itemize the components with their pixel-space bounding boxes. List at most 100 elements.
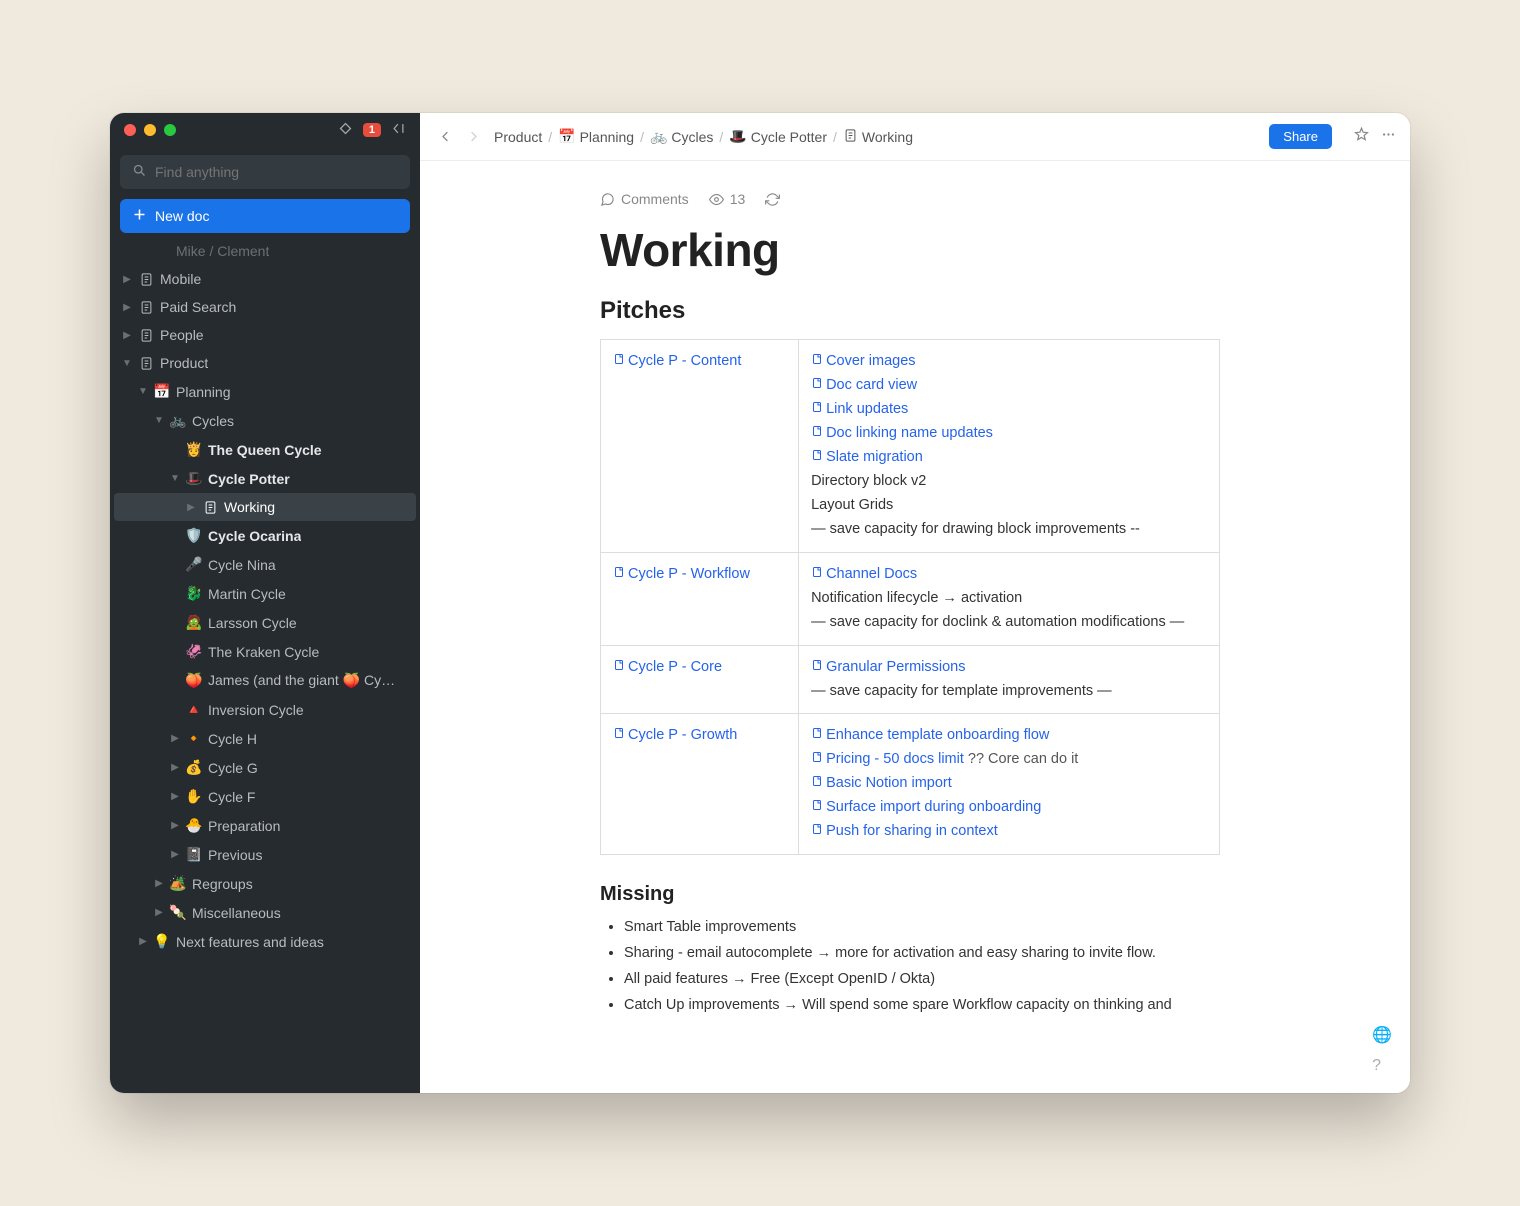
- chevron-icon[interactable]: ▼: [138, 386, 148, 397]
- help-icon[interactable]: ?: [1372, 1057, 1392, 1075]
- doc-link[interactable]: Slate migration: [811, 446, 923, 470]
- search-input[interactable]: [155, 164, 398, 180]
- share-button[interactable]: Share: [1269, 124, 1332, 149]
- sidebar-item-label: Cycle Nina: [208, 557, 276, 573]
- item-icon: 🧟: [186, 614, 202, 631]
- item-icon: 🍡: [170, 904, 186, 921]
- doc-link[interactable]: Push for sharing in context: [811, 820, 998, 844]
- doc-link[interactable]: Granular Permissions: [811, 656, 965, 680]
- new-doc-button[interactable]: New doc: [120, 199, 410, 233]
- breadcrumb-item[interactable]: Product: [494, 129, 542, 145]
- breadcrumb-item[interactable]: 📅Planning: [558, 128, 634, 145]
- chevron-icon[interactable]: ▶: [170, 733, 180, 744]
- views-count[interactable]: 13: [709, 191, 746, 207]
- refresh-icon[interactable]: [765, 192, 780, 207]
- close-window[interactable]: [124, 124, 136, 136]
- doc-icon: [811, 798, 823, 818]
- comments-button[interactable]: Comments: [600, 191, 689, 207]
- list-item: Smart Table improvements: [624, 916, 1220, 940]
- sidebar-item[interactable]: 🦑The Kraken Cycle: [114, 637, 416, 666]
- sidebar-item[interactable]: ▶🍡Miscellaneous: [114, 898, 416, 927]
- sidebar-item-label: Planning: [176, 384, 231, 400]
- sidebar-item[interactable]: ▶ Mobile: [114, 265, 416, 293]
- doc-link[interactable]: Cover images: [811, 350, 915, 374]
- star-icon[interactable]: [1354, 127, 1369, 147]
- breadcrumb-item[interactable]: 🎩Cycle Potter: [729, 128, 827, 145]
- chevron-icon[interactable]: ▶: [138, 936, 148, 947]
- doc-link[interactable]: Doc linking name updates: [811, 422, 993, 446]
- nav-forward[interactable]: [462, 126, 484, 148]
- minimize-window[interactable]: [144, 124, 156, 136]
- doc-link[interactable]: Surface import during onboarding: [811, 796, 1041, 820]
- item-icon: [138, 272, 154, 287]
- sidebar-item[interactable]: ▶ People: [114, 321, 416, 349]
- chevron-icon[interactable]: ▶: [170, 849, 180, 860]
- collapse-sidebar-icon[interactable]: [391, 121, 406, 139]
- doc-link[interactable]: Doc card view: [811, 374, 917, 398]
- sidebar-item[interactable]: 👸The Queen Cycle: [114, 435, 416, 464]
- item-icon: 🐣: [186, 817, 202, 834]
- sidebar-item[interactable]: ▼🚲Cycles: [114, 406, 416, 435]
- doc-link[interactable]: Channel Docs: [811, 563, 917, 587]
- doc-link[interactable]: Pricing - 50 docs limit: [811, 748, 964, 772]
- notification-badge[interactable]: 1: [363, 123, 381, 137]
- sidebar-item-label: Regroups: [192, 876, 253, 892]
- sidebar-item[interactable]: ▶🔸Cycle H: [114, 724, 416, 753]
- sidebar-item[interactable]: ▶💰Cycle G: [114, 753, 416, 782]
- sidebar-item-label: People: [160, 327, 204, 343]
- chevron-icon[interactable]: ▶: [154, 878, 164, 889]
- chevron-icon[interactable]: ▼: [122, 358, 132, 369]
- chevron-icon[interactable]: ▶: [122, 302, 132, 313]
- sidebar-item[interactable]: 🍑James (and the giant 🍑 Cy…: [114, 666, 416, 695]
- doc-link[interactable]: Enhance template onboarding flow: [811, 724, 1049, 748]
- doc-icon: [613, 565, 625, 585]
- sidebar-item[interactable]: 🛡️Cycle Ocarina: [114, 521, 416, 550]
- sidebar-item[interactable]: 🎤Cycle Nina: [114, 550, 416, 579]
- chevron-icon[interactable]: ▼: [154, 415, 164, 426]
- breadcrumb-item[interactable]: 🚲Cycles: [650, 128, 713, 145]
- chevron-icon[interactable]: ▶: [170, 791, 180, 802]
- doc-link[interactable]: Cycle P - Growth: [613, 724, 737, 748]
- sidebar-item[interactable]: 🐉Martin Cycle: [114, 579, 416, 608]
- main: Product/📅Planning/🚲Cycles/🎩Cycle Potter/…: [420, 113, 1410, 1093]
- list-item: Sharing - email autocomplete → more for …: [624, 942, 1220, 966]
- sidebar-item[interactable]: ▶💡Next features and ideas: [114, 927, 416, 956]
- tag-icon[interactable]: [338, 121, 353, 139]
- doc-link[interactable]: Basic Notion import: [811, 772, 952, 796]
- sidebar-item-label: Mobile: [160, 271, 201, 287]
- sidebar-item[interactable]: ▶📓Previous: [114, 840, 416, 869]
- doc-link[interactable]: Link updates: [811, 398, 908, 422]
- doc-link[interactable]: Cycle P - Workflow: [613, 563, 750, 587]
- sidebar-item[interactable]: ▶🐣Preparation: [114, 811, 416, 840]
- chevron-icon[interactable]: ▶: [170, 820, 180, 831]
- chevron-icon[interactable]: ▶: [154, 907, 164, 918]
- globe-icon[interactable]: 🌐: [1372, 1025, 1392, 1045]
- sidebar-item[interactable]: ▶🏕️Regroups: [114, 869, 416, 898]
- search-box[interactable]: [120, 155, 410, 189]
- sidebar-item[interactable]: 🔺Inversion Cycle: [114, 695, 416, 724]
- sidebar-item[interactable]: 🧟Larsson Cycle: [114, 608, 416, 637]
- sidebar-item[interactable]: ▶Paid Search: [114, 293, 416, 321]
- nav-back[interactable]: [434, 126, 456, 148]
- chevron-icon[interactable]: ▶: [170, 762, 180, 773]
- doc-link[interactable]: Cycle P - Core: [613, 656, 722, 680]
- doc-link[interactable]: Cycle P - Content: [613, 350, 741, 374]
- sidebar-item[interactable]: ▶Working: [114, 493, 416, 521]
- chevron-icon[interactable]: ▶: [122, 330, 132, 341]
- sidebar-item-label: Cycle H: [208, 731, 257, 747]
- breadcrumb-item[interactable]: Working: [843, 128, 913, 146]
- chevron-icon[interactable]: ▼: [170, 473, 180, 484]
- sidebar-item[interactable]: ▼📅Planning: [114, 377, 416, 406]
- item-icon: 💡: [154, 933, 170, 950]
- chevron-icon[interactable]: ▶: [122, 274, 132, 285]
- sidebar-tree: Mike / Clement▶Mobile▶Paid Search▶People…: [110, 245, 420, 1093]
- chevron-icon[interactable]: ▶: [186, 502, 196, 513]
- sidebar-item[interactable]: ▼🎩Cycle Potter: [114, 464, 416, 493]
- sidebar-item-label: Product: [160, 355, 208, 371]
- more-icon[interactable]: [1381, 127, 1396, 147]
- maximize-window[interactable]: [164, 124, 176, 136]
- sidebar-item[interactable]: ▶✋Cycle F: [114, 782, 416, 811]
- item-icon: 🍑: [186, 672, 202, 689]
- pitch-items-cell: Channel DocsNotification lifecycle → act…: [799, 552, 1220, 645]
- sidebar-item[interactable]: ▼ Product: [114, 349, 416, 377]
